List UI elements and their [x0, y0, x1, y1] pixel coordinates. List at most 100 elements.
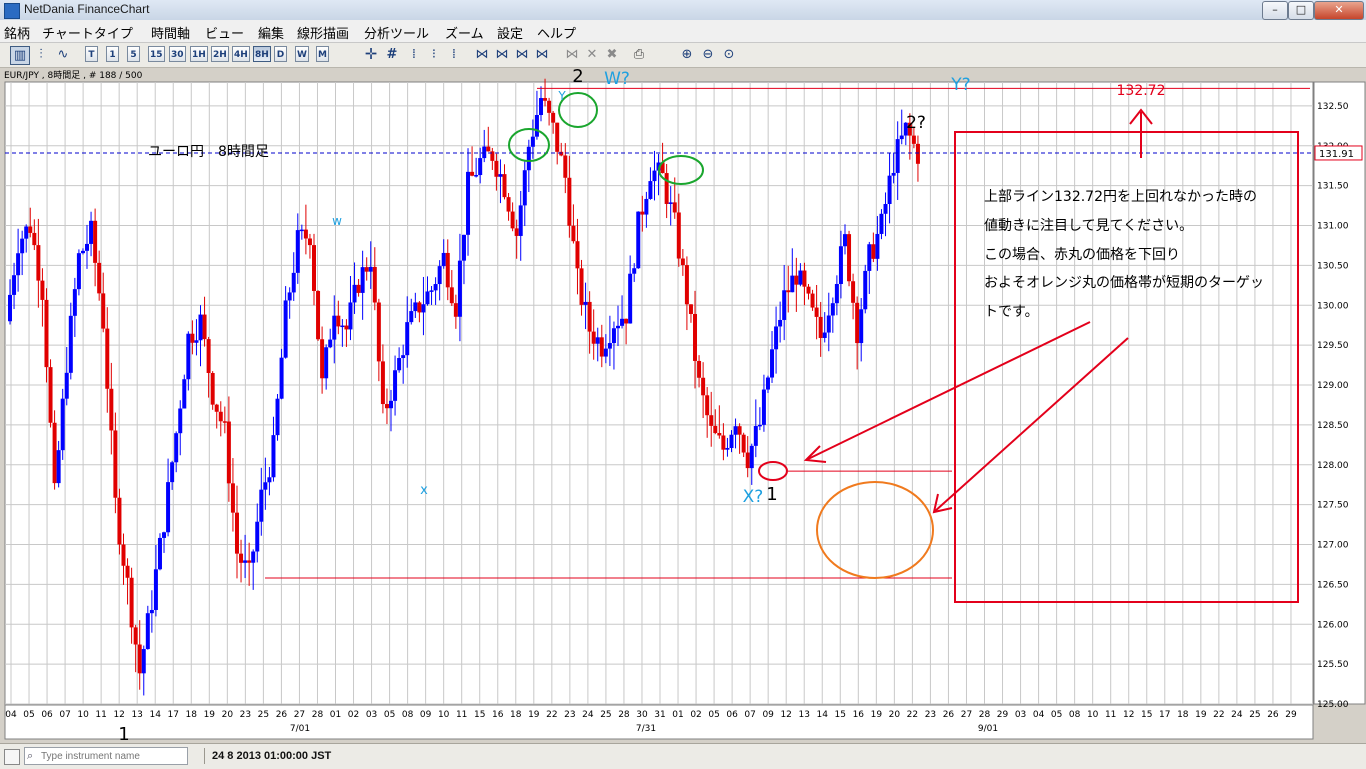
candle-up — [368, 266, 373, 272]
instrument-search-input[interactable] — [41, 749, 187, 763]
candle-up — [174, 433, 179, 463]
menu-time-axis[interactable]: 時間軸 — [151, 23, 190, 42]
candle-up — [243, 560, 248, 563]
candle-up — [457, 260, 462, 317]
date-label: 14 — [149, 710, 161, 720]
candle-up — [441, 252, 446, 267]
menu-edit[interactable]: 編集 — [258, 23, 284, 42]
price-axis — [1313, 81, 1366, 705]
candle-down — [510, 211, 515, 229]
candle-up — [530, 136, 535, 147]
candle-up — [733, 426, 738, 435]
maximize-button[interactable]: □ — [1288, 1, 1314, 20]
date-label: 26 — [276, 710, 288, 720]
candle-up — [834, 283, 839, 304]
note-line-2: 値動きに注目して見てください。 — [984, 218, 1193, 234]
note-line-4: およそオレンジ丸の価格帯が短期のターゲッ — [984, 275, 1264, 291]
remove-study-icon[interactable]: ⋈ — [563, 46, 581, 63]
bar-style-icon-1[interactable]: ⋈ — [473, 46, 491, 63]
minimize-button[interactable]: – — [1262, 1, 1288, 20]
interval-1min-button[interactable]: 1 — [106, 46, 119, 62]
delete-icon[interactable]: ✕ — [583, 46, 601, 63]
cursor-datetime: 24 8 2013 01:00:00 JST — [212, 750, 332, 762]
candle-up — [620, 318, 625, 326]
interval-weekly-button[interactable]: W — [295, 46, 309, 62]
month-label: 7/31 — [636, 724, 656, 734]
date-label: 23 — [925, 710, 936, 720]
date-label: 07 — [744, 710, 755, 720]
bar-style-icon-3[interactable]: ⋈ — [513, 46, 531, 63]
interval-2h-button[interactable]: 2H — [211, 46, 229, 62]
candle-down — [97, 262, 102, 294]
price-label: 126.50 — [1317, 580, 1349, 590]
indicator-icon-3[interactable]: ⁞ — [445, 46, 463, 63]
zoom-reset-icon[interactable]: ⊙ — [720, 46, 738, 63]
candle-up — [729, 434, 734, 448]
date-label: 29 — [997, 710, 1009, 720]
chart-title-annotation: ユーロ円 8時間足 — [148, 144, 269, 160]
candle-down — [640, 211, 645, 215]
candle-down — [551, 112, 556, 123]
date-label: 06 — [41, 710, 53, 720]
candle-up — [466, 171, 471, 235]
bar-chart-icon[interactable]: ⫶ — [32, 46, 50, 63]
menu-chart-type[interactable]: チャートタイプ — [42, 23, 133, 42]
status-divider — [204, 748, 205, 764]
interval-1h-button[interactable]: 1H — [190, 46, 208, 62]
delete-all-icon[interactable]: ✖ — [603, 46, 621, 63]
date-label: 17 — [168, 710, 179, 720]
crosshair-icon[interactable]: ✛ — [362, 46, 380, 63]
candle-up — [778, 319, 783, 327]
zoom-in-icon[interactable]: ⊕ — [678, 46, 696, 63]
menu-symbol[interactable]: 銘柄 — [4, 23, 30, 42]
menu-settings[interactable]: 設定 — [497, 23, 523, 42]
candle-down — [453, 303, 458, 317]
price-chart[interactable]: EUR/JPY , 8時間足 , # 188 / 500132.50132.00… — [0, 68, 1366, 743]
date-label: 22 — [1213, 710, 1224, 720]
candle-up — [149, 609, 154, 614]
menu-analysis-tools[interactable]: 分析ツール — [364, 23, 429, 42]
date-label: 01 — [330, 710, 341, 720]
date-label: 05 — [1051, 710, 1062, 720]
interval-8h-button[interactable]: 8H — [253, 46, 271, 62]
candle-down — [470, 171, 475, 176]
candle-down — [567, 177, 572, 226]
interval-15min-button[interactable]: 15 — [148, 46, 165, 62]
indicator-icon-2[interactable]: ⁝ — [425, 46, 443, 63]
candle-up — [498, 174, 503, 177]
candle-down — [129, 577, 134, 628]
interval-daily-button[interactable]: D — [274, 46, 287, 62]
interval-5min-button[interactable]: 5 — [127, 46, 140, 62]
candle-up — [186, 333, 191, 380]
interval-monthly-button[interactable]: M — [316, 46, 329, 62]
candle-up — [393, 370, 398, 401]
price-label: 131.00 — [1317, 222, 1349, 232]
candle-up — [85, 243, 90, 251]
bar-style-icon-4[interactable]: ⋈ — [533, 46, 551, 63]
interval-tick-button[interactable]: T — [85, 46, 98, 62]
current-price-value: 131.91 — [1319, 149, 1354, 160]
menu-help[interactable]: ヘルプ — [537, 23, 576, 42]
interval-30min-button[interactable]: 30 — [169, 46, 186, 62]
close-button[interactable]: ✕ — [1314, 1, 1364, 20]
bar-style-icon-2[interactable]: ⋈ — [493, 46, 511, 63]
menu-view[interactable]: ビュー — [205, 23, 244, 42]
candle-up — [255, 521, 260, 552]
instrument-search[interactable]: ⌕ — [24, 747, 188, 765]
candlestick-chart-icon[interactable]: ▥ — [10, 46, 30, 65]
candle-up — [765, 377, 770, 390]
note-line-5: トです。 — [984, 304, 1039, 320]
print-icon[interactable]: ⎙ — [630, 46, 648, 63]
menu-bar: 銘柄 チャートタイプ 時間軸 ビュー 編集 線形描画 分析ツール ズーム 設定 … — [0, 20, 1366, 43]
menu-zoom[interactable]: ズーム — [445, 23, 484, 42]
candle-up — [648, 181, 653, 199]
line-chart-icon[interactable]: ∿ — [54, 46, 72, 63]
menu-line-drawing[interactable]: 線形描画 — [297, 23, 349, 42]
grid-icon[interactable]: # — [383, 46, 401, 63]
indicator-icon-1[interactable]: ⁞ — [405, 46, 423, 63]
candle-up — [822, 332, 827, 338]
interval-4h-button[interactable]: 4H — [232, 46, 250, 62]
candle-down — [563, 155, 568, 178]
candle-down — [745, 452, 750, 469]
zoom-out-icon[interactable]: ⊖ — [699, 46, 717, 63]
